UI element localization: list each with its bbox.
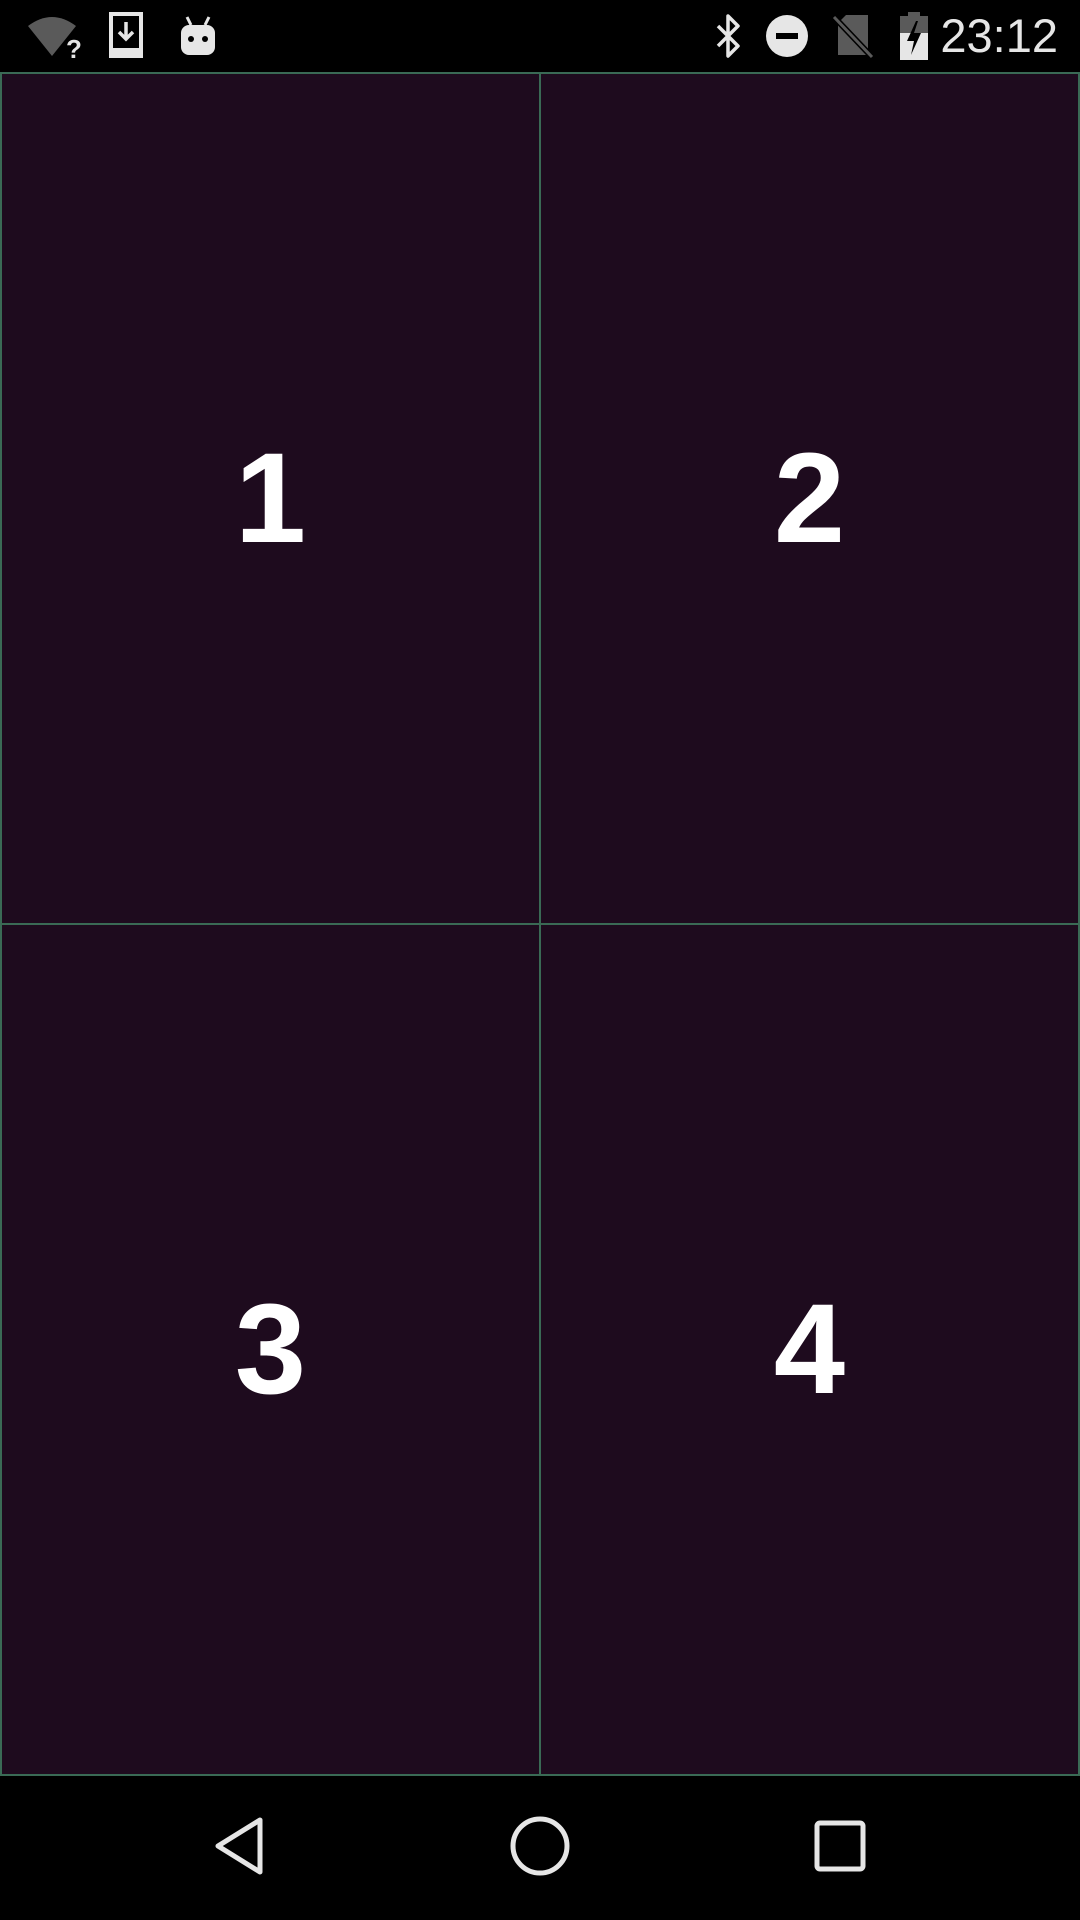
grid-cell-2[interactable]: 2 [541, 74, 1078, 923]
status-bar-clock: 23:12 [940, 9, 1058, 62]
cell-label: 3 [234, 1278, 307, 1421]
download-icon [106, 8, 146, 64]
no-sim-icon [830, 8, 876, 64]
cell-label: 4 [773, 1278, 846, 1421]
svg-text:?: ? [66, 34, 82, 60]
grid-cell-4[interactable]: 4 [541, 925, 1078, 1774]
grid-cell-3[interactable]: 3 [2, 925, 539, 1774]
grid-cell-1[interactable]: 1 [2, 74, 539, 923]
status-bar: ? 23:12 [0, 0, 1080, 72]
android-debug-icon [178, 8, 218, 64]
cell-label: 2 [773, 427, 846, 570]
cell-label: 1 [234, 427, 307, 570]
navigation-bar [0, 1776, 1080, 1920]
recents-button[interactable] [790, 1798, 890, 1898]
bluetooth-icon [708, 8, 748, 64]
home-icon [509, 1815, 571, 1882]
back-icon [210, 1814, 270, 1883]
do-not-disturb-icon [764, 8, 810, 64]
battery-charging-icon [896, 8, 932, 64]
number-grid: 1 2 3 4 [0, 72, 1080, 1776]
recents-icon [813, 1819, 867, 1878]
wifi-unknown-icon: ? [26, 8, 82, 64]
back-button[interactable] [190, 1798, 290, 1898]
home-button[interactable] [490, 1798, 590, 1898]
